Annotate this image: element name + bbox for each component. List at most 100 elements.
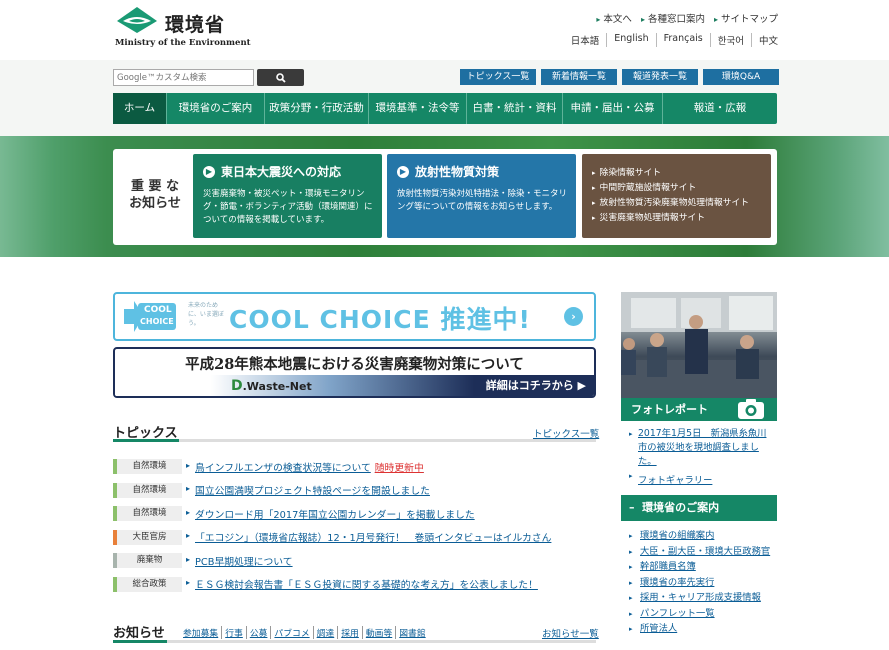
earthquake-response-card[interactable]: ▶ 東日本大震災への対応 災害廃棄物・被災ペット・環境モニタリング・節電・ボランテ… <box>193 154 382 238</box>
search-button[interactable] <box>257 69 304 86</box>
cool-choice-banner[interactable]: COOL CHOICE 未来のために、いま選ぼう。 COOL CHOICE 推進… <box>113 292 596 341</box>
kumamoto-waste-banner[interactable]: 平成28年熊本地震における災害廃棄物対策について D.Waste-Net 詳細は… <box>113 347 596 398</box>
logo-japanese-text: 環境省 <box>165 14 226 36</box>
info-sites-card: 除染情報サイト 中間貯蔵施設情報サイト 放射性物質汚染廃棄物処理情報サイト 災害… <box>582 154 771 238</box>
topic-category-tag: 廃棄物 <box>113 553 182 569</box>
notice-cat-recruitment[interactable]: 採用 <box>337 626 362 639</box>
ministry-guide-list: 環境省の組織案内 大臣・副大臣・環境大臣政務官 幹部職員名簿 環境省の率先実行 … <box>629 529 774 638</box>
topic-row: 総合政策 ＥＳＧ検討会報告書「ＥＳＧ投資に関する基礎的な考え方」を公表しました！ <box>113 573 596 597</box>
photo-report-image[interactable] <box>621 292 777 399</box>
skip-to-content-link[interactable]: 本文へ <box>596 11 632 25</box>
cool-choice-text: COOL CHOICE 推進中! <box>229 305 531 334</box>
main-nav: ホーム 環境省のご案内 政策分野・行政活動 環境基準・法令等 白書・統計・資料 … <box>113 93 777 124</box>
photo-people-image <box>621 292 777 399</box>
nav-whitepaper[interactable]: 白書・統計・資料 <box>467 93 563 124</box>
topic-link[interactable]: ダウンロード用「2017年国立公園カレンダー」を掲載しました <box>186 507 475 521</box>
logo-english-text: Ministry of the Environment <box>115 38 251 48</box>
earthquake-card-desc: 災害廃棄物・被災ペット・環境モニタリング・節電・ボランティア活動（環境関連）につ… <box>203 189 373 225</box>
photo-gallery-link[interactable]: フォトギャラリー <box>629 472 712 486</box>
arrow-right-icon: ▶ <box>203 165 215 178</box>
environment-qa-link[interactable]: 環境Q&A <box>703 69 779 85</box>
topic-row: 自然環境 鳥インフルエンザの検査状況等について随時更新中 <box>113 455 596 479</box>
radiation-measures-card[interactable]: ▶ 放射性物質対策 放射性物質汚染対処特措法・除染・モニタリング等についての情報を… <box>387 154 576 238</box>
lang-korean[interactable]: 한국어 <box>709 33 751 47</box>
topic-link[interactable]: PCB早期処理について <box>186 554 293 568</box>
waste-net-logo: D.Waste-Net <box>231 378 312 394</box>
important-notices-label: 重 要 な お知らせ <box>129 179 181 211</box>
notice-cat-public-offering[interactable]: 公募 <box>245 626 271 639</box>
ministry-guide-title-text: 環境省のご案内 <box>642 501 720 514</box>
guide-officials-link[interactable]: 幹部職員名簿 <box>629 560 774 575</box>
cool-choice-tagline: 未来のために、いま選ぼう。 <box>188 302 224 327</box>
lang-french[interactable]: Français <box>655 33 710 47</box>
arrow-right-icon: ▶ <box>397 165 409 178</box>
notices-heading: お知らせ <box>113 626 165 641</box>
decontamination-site-link[interactable]: 除染情報サイト <box>592 166 771 181</box>
nav-applications[interactable]: 申請・届出・公募 <box>563 93 663 124</box>
notices-more-link[interactable]: お知らせ一覧 <box>542 626 599 640</box>
notice-cat-public-comment[interactable]: パブコメ <box>270 626 312 639</box>
notice-cat-videos[interactable]: 動画等 <box>361 626 395 639</box>
press-release-list-link[interactable]: 報道発表一覧 <box>622 69 698 85</box>
topic-category-tag: 自然環境 <box>113 506 182 522</box>
cool-choice-logo-top: COOL <box>144 305 172 315</box>
topic-new-label: 随時更新中 <box>374 462 424 474</box>
notices-divider <box>113 640 596 643</box>
topic-category-tag: 総合政策 <box>113 576 182 592</box>
ministry-guide-title: – 環境省のご案内 <box>621 495 777 521</box>
minus-icon: – <box>629 501 635 514</box>
nav-policy[interactable]: 政策分野・行政活動 <box>265 93 369 124</box>
chevron-right-icon: › <box>564 307 583 326</box>
nav-press[interactable]: 報道・広報 <box>663 93 777 124</box>
nav-home[interactable]: ホーム <box>113 93 167 124</box>
guide-organization-link[interactable]: 環境省の組織案内 <box>629 529 774 544</box>
utility-links: 本文へ 各種窓口案内 サイトマップ <box>596 11 778 25</box>
topic-link[interactable]: 「エコジン」（環境省広報誌）12・1月号発行！ 巻頭インタビューはイルカさん <box>186 530 551 544</box>
cool-choice-logo-bottom: CHOICE <box>140 317 174 326</box>
camera-icon <box>736 397 766 421</box>
quick-links: トピックス一覧 新着情報一覧 報道発表一覧 環境Q&A <box>460 69 779 85</box>
topic-row: 自然環境 国立公園満喫プロジェクト特設ページを開設しました <box>113 479 596 503</box>
lang-japanese[interactable]: 日本語 <box>564 33 607 47</box>
search-icon <box>275 72 286 83</box>
nav-about[interactable]: 環境省のご案内 <box>167 93 265 124</box>
topics-more-link[interactable]: トピックス一覧 <box>533 426 599 440</box>
notice-cat-library[interactable]: 図書館 <box>395 626 428 639</box>
notice-categories: 参加募集 行事 公募 パブコメ 調達 採用 動画等 図書館 <box>183 626 429 639</box>
ministry-emblem-icon <box>117 7 157 33</box>
notice-cat-participation[interactable]: 参加募集 <box>183 626 221 639</box>
nav-standards[interactable]: 環境基準・法令等 <box>369 93 467 124</box>
guide-ministers-link[interactable]: 大臣・副大臣・環境大臣政務官 <box>629 545 774 560</box>
topic-link[interactable]: ＥＳＧ検討会報告書「ＥＳＧ投資に関する基礎的な考え方」を公表しました！ <box>186 577 538 591</box>
topic-row: 廃棄物 PCB早期処理について <box>113 549 596 573</box>
interim-storage-site-link[interactable]: 中間貯蔵施設情報サイト <box>592 181 771 196</box>
guide-affiliated-corp-link[interactable]: 所管法人 <box>629 622 774 637</box>
guide-pamphlets-link[interactable]: パンフレット一覧 <box>629 607 774 622</box>
topic-category-tag: 大臣官房 <box>113 529 182 545</box>
lang-chinese[interactable]: 中文 <box>750 33 778 47</box>
cool-choice-logo: COOL CHOICE <box>124 299 180 334</box>
topic-category-tag: 自然環境 <box>113 482 182 498</box>
guide-recruitment-link[interactable]: 採用・キャリア形成支援情報 <box>629 591 774 606</box>
topic-link[interactable]: 国立公園満喫プロジェクト特設ページを開設しました <box>186 483 430 497</box>
radioactive-waste-site-link[interactable]: 放射性物質汚染廃棄物処理情報サイト <box>592 196 771 211</box>
guide-initiatives-link[interactable]: 環境省の率先実行 <box>629 576 774 591</box>
topic-category-tag: 自然環境 <box>113 459 182 475</box>
ministry-logo[interactable]: 環境省 Ministry of the Environment <box>113 5 251 49</box>
notice-cat-procurement[interactable]: 調達 <box>312 626 338 639</box>
topic-row: 自然環境 ダウンロード用「2017年国立公園カレンダー」を掲載しました <box>113 502 596 526</box>
topic-row: 大臣官房 「エコジン」（環境省広報誌）12・1月号発行！ 巻頭インタビューはイル… <box>113 526 596 550</box>
topics-list: 自然環境 鳥インフルエンザの検査状況等について随時更新中 自然環境 国立公園満喫… <box>113 455 596 596</box>
new-info-list-link[interactable]: 新着情報一覧 <box>541 69 617 85</box>
topic-link[interactable]: 鳥インフルエンザの検査状況等について随時更新中 <box>186 460 424 474</box>
radiation-card-desc: 放射性物質汚染対処特措法・除染・モニタリング等についての情報をお知らせします。 <box>397 189 568 212</box>
lang-english[interactable]: English <box>606 33 655 47</box>
notice-cat-events[interactable]: 行事 <box>221 626 246 639</box>
disaster-waste-site-link[interactable]: 災害廃棄物処理情報サイト <box>592 211 771 226</box>
photo-report-link[interactable]: 2017年1月5日 新潟県糸魚川市の被災地を現地調査しました。 <box>629 427 769 469</box>
search-input[interactable] <box>113 69 254 86</box>
waste-banner-title: 平成28年熊本地震における災害廃棄物対策について <box>185 356 524 373</box>
topics-list-link[interactable]: トピックス一覧 <box>460 69 536 85</box>
contact-guide-link[interactable]: 各種窓口案内 <box>641 11 705 25</box>
sitemap-link[interactable]: サイトマップ <box>714 11 778 25</box>
